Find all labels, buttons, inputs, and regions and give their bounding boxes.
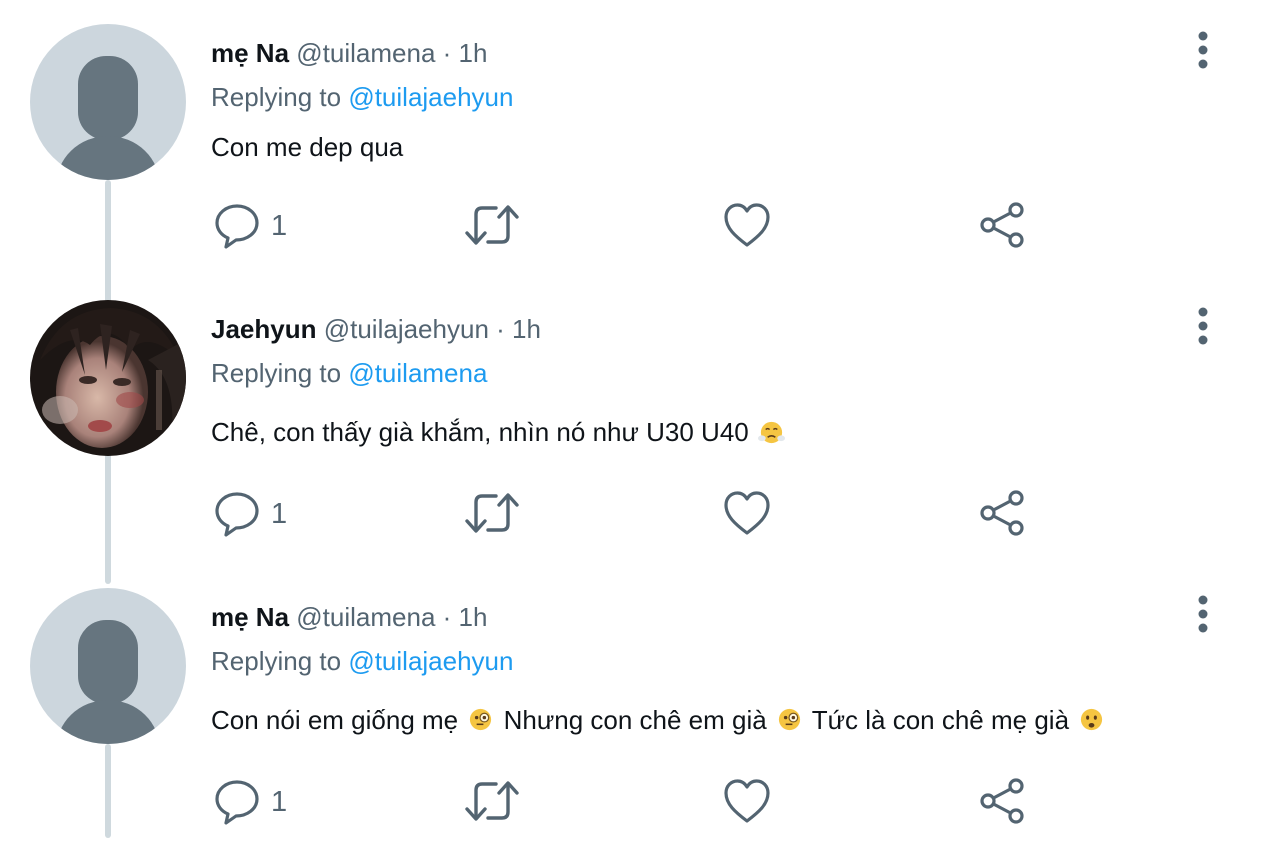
handle[interactable]: @tuilajaehyun (324, 314, 489, 344)
frowning-face-emoji (1081, 708, 1103, 731)
reply-icon (215, 780, 259, 825)
tweet[interactable]: mẹ Na @tuilamena · 1h Replying to @tuila… (0, 564, 1284, 852)
replying-label: Replying to (211, 82, 342, 112)
share-button[interactable] (978, 488, 1028, 538)
handle[interactable]: @tuilamena (296, 38, 435, 68)
retweet-icon (465, 493, 519, 533)
retweet-icon (465, 205, 519, 245)
like-button[interactable] (723, 778, 771, 824)
share-icon (980, 778, 1024, 824)
display-name[interactable]: mẹ Na (211, 38, 289, 68)
tweet-text-part: Con nói em giống mẹ (211, 705, 459, 735)
tweet[interactable]: mẹ Na @tuilamena · 1h Replying to @tuila… (0, 0, 1284, 288)
reply-icon (215, 492, 259, 537)
tweet-text-part: Con me dep qua (211, 132, 404, 162)
tweet-text-part: Nhưng con chê em già (503, 705, 767, 735)
tweet-text: Chê, con thấy già khắm, nhìn nó như U30 … (211, 413, 787, 451)
default-avatar-icon (30, 24, 186, 180)
like-icon (724, 779, 770, 823)
mention-link[interactable]: @tuilajaehyun (348, 82, 513, 112)
reply-icon (215, 204, 259, 249)
reply-count: 1 (271, 497, 288, 530)
replying-label: Replying to (211, 646, 342, 676)
mention-link[interactable]: @tuilamena (348, 358, 487, 388)
display-name[interactable]: mẹ Na (211, 602, 289, 632)
tweet-text-part: Tức là con chê mẹ già (811, 705, 1070, 735)
reply-button[interactable]: 1 (213, 490, 287, 538)
more-options-icon[interactable] (1188, 30, 1218, 70)
face-with-monocle-emoji (470, 708, 492, 731)
tweet[interactable]: Jaehyun @tuilajaehyun · 1h Replying to @… (0, 276, 1284, 564)
tweet-header: Jaehyun @tuilajaehyun · 1h (211, 310, 541, 348)
avatar[interactable] (30, 300, 186, 456)
replying-to: Replying to @tuilajaehyun (211, 642, 513, 680)
reply-button[interactable]: 1 (213, 202, 287, 250)
like-icon (724, 203, 770, 247)
reply-button[interactable]: 1 (213, 778, 287, 826)
more-options-icon[interactable] (1188, 306, 1218, 346)
replying-to: Replying to @tuilajaehyun (211, 78, 513, 116)
face-with-steam-emoji (757, 421, 785, 444)
avatar[interactable] (30, 588, 186, 744)
face-with-monocle-emoji (778, 708, 801, 731)
retweet-button[interactable] (464, 202, 520, 248)
more-options-icon[interactable] (1188, 594, 1218, 634)
retweet-button[interactable] (464, 778, 520, 824)
reply-count: 1 (271, 785, 288, 818)
profile-photo-icon (30, 300, 186, 456)
share-button[interactable] (978, 200, 1028, 250)
like-button[interactable] (723, 490, 771, 536)
tweet-text-part: Chê, con thấy già khắm, nhìn nó như U30 … (211, 417, 749, 447)
like-button[interactable] (723, 202, 771, 248)
mention-link[interactable]: @tuilajaehyun (348, 646, 513, 676)
tweet-header: mẹ Na @tuilamena · 1h (211, 34, 487, 72)
replying-to: Replying to @tuilamena (211, 354, 487, 392)
tweet-text: Con nói em giống mẹ Nhưng con chê em già… (211, 701, 1107, 739)
timestamp[interactable]: · 1h (443, 602, 488, 632)
retweet-button[interactable] (464, 490, 520, 536)
reply-count: 1 (271, 209, 288, 242)
tweet-text: Con me dep qua (211, 128, 403, 166)
timestamp[interactable]: · 1h (443, 38, 488, 68)
share-icon (980, 202, 1024, 248)
share-button[interactable] (978, 776, 1028, 826)
timestamp[interactable]: · 1h (496, 314, 541, 344)
retweet-icon (465, 781, 519, 821)
tweet-header: mẹ Na @tuilamena · 1h (211, 598, 487, 636)
default-avatar-icon (30, 588, 186, 744)
avatar[interactable] (30, 24, 186, 180)
share-icon (980, 490, 1024, 536)
replying-label: Replying to (211, 358, 342, 388)
handle[interactable]: @tuilamena (296, 602, 435, 632)
like-icon (724, 491, 770, 535)
display-name[interactable]: Jaehyun (211, 314, 317, 344)
